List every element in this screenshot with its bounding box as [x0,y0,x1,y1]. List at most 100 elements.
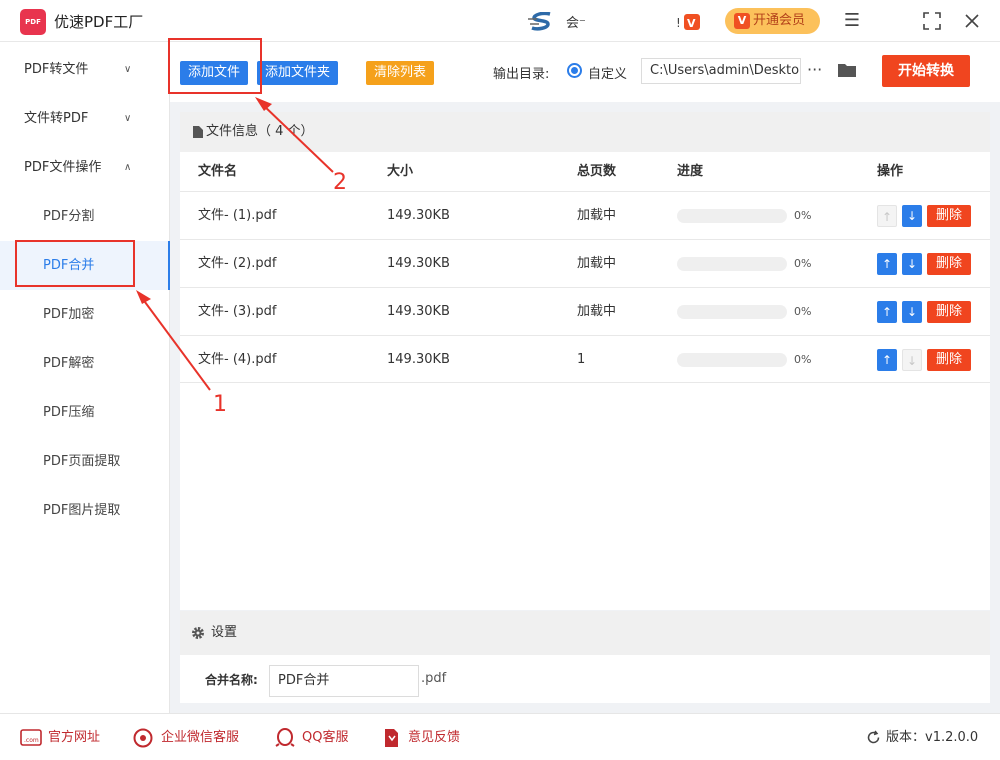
close-icon[interactable] [962,11,982,31]
sidebar-item-pdf-decrypt[interactable]: PDF解密 [0,339,170,388]
col-header-pages: 总页数 [577,164,617,179]
settings-header: 设置 [180,611,990,655]
feedback-link[interactable]: 意见反馈 [380,727,460,749]
add-folder-button[interactable]: 添加文件夹 [257,61,339,85]
delete-button[interactable]: 删除 [927,349,971,371]
file-name: 文件- (3).pdf [198,304,277,319]
file-pages: 加载中 [577,304,617,319]
qq-service-label: QQ客服 [302,730,349,745]
output-path-field[interactable]: C:\Users\admin\Deskto [641,58,801,84]
sidebar-group-pdf-operations[interactable]: PDF文件操作 ∧ [0,143,170,192]
progress-bar [677,353,787,367]
svg-text:.com: .com [24,737,39,744]
file-size: 149.30KB [387,256,450,271]
col-header-actions: 操作 [877,164,904,179]
file-pages: 加载中 [577,208,617,223]
folder-icon[interactable] [837,62,857,78]
table-row: 文件- (2).pdf 149.30KB 加载中 0% ↑ ↓ 删除 [180,239,990,287]
sidebar-item-pdf-page-extract[interactable]: PDF页面提取 [0,437,170,486]
custom-radio-label[interactable]: 自定义 [588,63,627,82]
progress-bar [677,209,787,223]
move-down-icon[interactable]: ↓ [902,301,922,323]
app-logo: PDF [20,9,46,35]
output-dir-label: 输出目录: [493,67,550,82]
settings-panel: 设置 合并名称: PDF合并 .pdf [180,611,990,703]
sidebar-group-pdf-to-file[interactable]: PDF转文件 ∨ [0,45,170,94]
open-vip-label: 开通会员 [753,13,806,28]
wechat-service-label: 企业微信客服 [161,730,240,745]
more-options-icon[interactable]: ··· [807,60,822,79]
table-row: 文件- (1).pdf 149.30KB 加载中 0% ↑ ↓ 删除 [180,191,990,239]
chevron-up-icon: ∧ [124,162,132,173]
sidebar-item-pdf-compress[interactable]: PDF压缩 [0,388,170,437]
app-title: 优速PDF工厂 [54,13,144,31]
sidebar-item-pdf-split[interactable]: PDF分割 [0,192,170,241]
annotation-box-pdf-merge [15,240,135,287]
maximize-icon[interactable] [922,11,942,31]
vip-icon: V [734,13,750,29]
sidebar-group-label: 文件转PDF [24,111,89,126]
file-info-header: 文件信息（ 4 个） [180,112,990,152]
wechat-service-link[interactable]: 企业微信客服 [133,727,239,749]
menu-icon[interactable]: ☰ [842,11,862,31]
feedback-icon [385,729,398,747]
sidebar-group-file-to-pdf[interactable]: 文件转PDF ∨ [0,94,170,143]
wechat-icon [133,728,153,748]
file-size: 149.30KB [387,208,450,223]
sidebar-item-pdf-image-extract[interactable]: PDF图片提取 [0,486,170,535]
refresh-icon [867,730,880,744]
file-name: 文件- (1).pdf [198,208,277,223]
website-icon: .com [20,729,42,746]
vip-badge-icon[interactable]: ! V [676,13,702,31]
col-header-size: 大小 [387,164,414,179]
move-up-icon[interactable]: ↑ [877,301,897,323]
user-name: 会⁻ [566,16,586,31]
toolbar: 添加文件 添加文件夹 清除列表 输出目录: 自定义 C:\Users\admin… [170,42,1000,102]
progress-percent: 0% [794,257,812,270]
title-bar: PDF 优速PDF工厂 会⁻ ! V V 开通会员 ☰ [0,0,1000,42]
qq-icon [275,728,295,747]
start-convert-button[interactable]: 开始转换 [882,55,970,87]
move-down-icon[interactable]: ↓ [902,253,922,275]
svg-text:V: V [687,17,696,30]
main-area: 文件信息（ 4 个） 文件名 大小 总页数 进度 操作 文件- (1).pdf … [170,102,1000,713]
clear-list-button[interactable]: 清除列表 [366,61,435,85]
settings-title: 设置 [211,625,238,640]
progress-bar [677,305,787,319]
version-label: 版本：v1.2.0.0 [886,730,979,745]
document-icon [193,126,203,138]
progress-bar [677,257,787,271]
move-up-icon[interactable]: ↑ [877,349,897,371]
delete-button[interactable]: 删除 [927,301,971,323]
file-name: 文件- (2).pdf [198,256,277,271]
progress-percent: 0% [794,353,812,366]
open-vip-button[interactable]: V 开通会员 [725,8,820,34]
merge-name-label: 合并名称: [205,673,258,687]
sidebar-group-label: PDF文件操作 [24,160,102,175]
file-size: 149.30KB [387,304,450,319]
qq-service-link[interactable]: QQ客服 [274,727,348,749]
move-up-icon[interactable]: ↑ [877,253,897,275]
file-pages: 加载中 [577,256,617,271]
file-name: 文件- (4).pdf [198,352,277,367]
move-down-icon[interactable]: ↓ [902,205,922,227]
delete-button[interactable]: 删除 [927,205,971,227]
gear-icon [192,627,204,639]
merge-name-input[interactable]: PDF合并 [269,665,419,697]
chevron-down-icon: ∨ [124,113,132,124]
progress-percent: 0% [794,209,812,222]
custom-radio[interactable] [567,63,582,78]
progress-percent: 0% [794,305,812,318]
version-info: 版本：v1.2.0.0 [866,727,978,749]
move-down-icon[interactable]: ↓ [902,349,922,371]
annotation-label-1: 1 [213,392,227,417]
sidebar-item-pdf-encrypt[interactable]: PDF加密 [0,290,170,339]
user-avatar-icon [528,12,551,31]
table-row: 文件- (4).pdf 149.30KB 1 0% ↑ ↓ 删除 [180,335,990,383]
col-header-filename: 文件名 [198,164,238,179]
official-site-link[interactable]: .com 官方网址 [20,727,100,749]
move-up-icon[interactable]: ↑ [877,205,897,227]
delete-button[interactable]: 删除 [927,253,971,275]
table-row: 文件- (3).pdf 149.30KB 加载中 0% ↑ ↓ 删除 [180,287,990,335]
annotation-label-2: 2 [333,170,347,195]
